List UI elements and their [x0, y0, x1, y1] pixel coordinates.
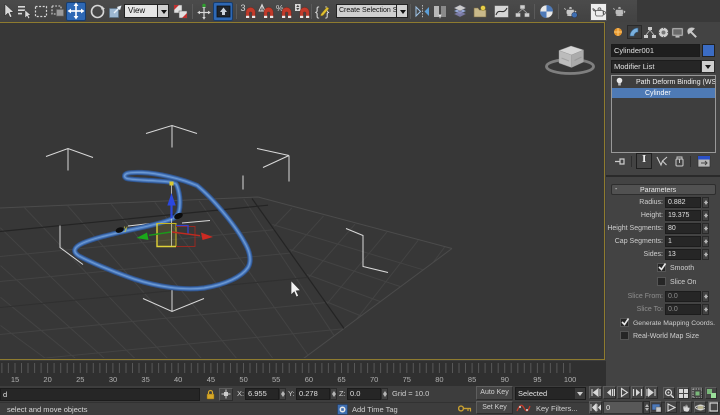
svg-text:{: {	[315, 4, 320, 19]
svg-text:3: 3	[241, 3, 246, 13]
svg-text:y: y	[124, 226, 128, 233]
